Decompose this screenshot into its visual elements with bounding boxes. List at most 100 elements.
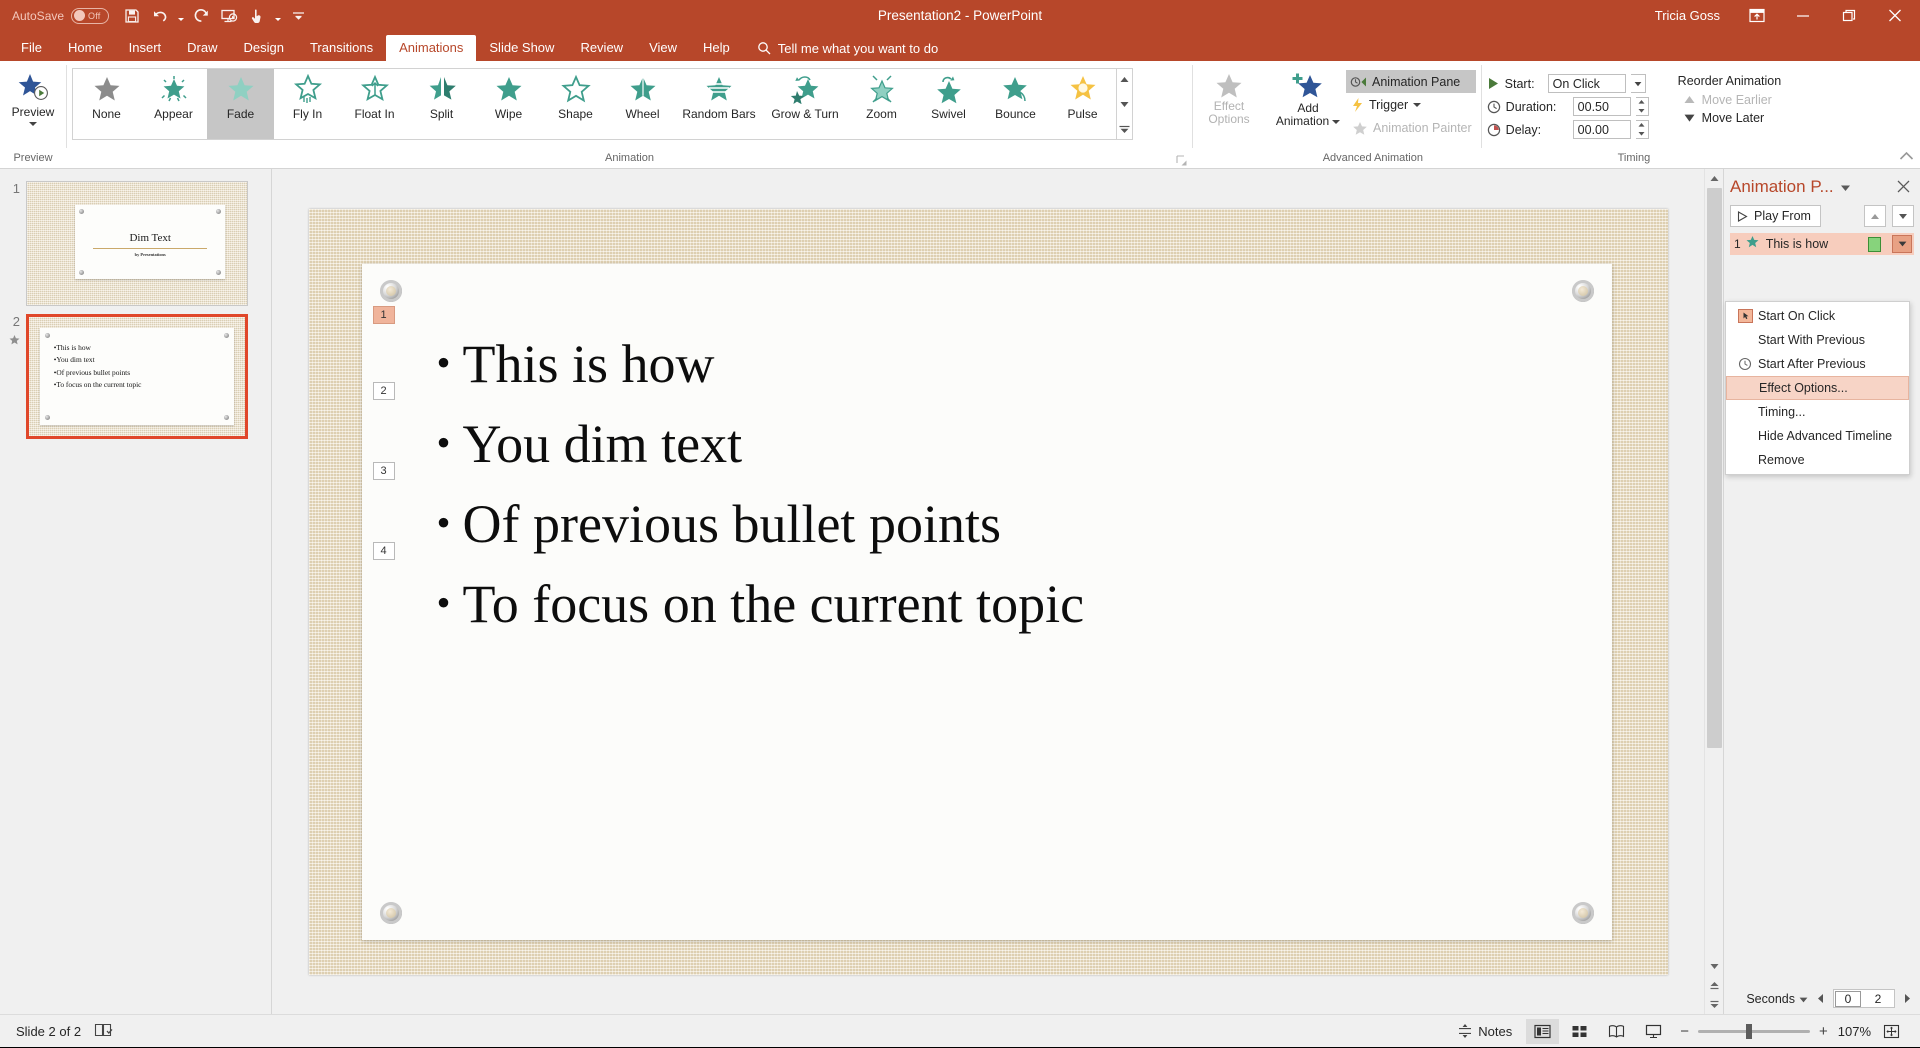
tab-review[interactable]: Review [567, 35, 636, 61]
animation-wheel[interactable]: Wheel [609, 69, 676, 139]
view-normal-button[interactable] [1526, 1018, 1560, 1044]
animation-badge-3[interactable]: 3 [372, 461, 395, 480]
start-value[interactable]: On Click [1547, 74, 1626, 93]
trigger-button[interactable]: Trigger [1346, 93, 1476, 116]
animation-random-bars[interactable]: Random Bars [676, 69, 762, 139]
fit-slide-to-window-button[interactable] [1875, 1019, 1908, 1044]
autosave-switch[interactable]: Off [71, 7, 110, 24]
start-from-beginning-icon[interactable] [216, 4, 242, 28]
scroll-down-icon[interactable] [1705, 957, 1724, 976]
preview-dropdown-icon[interactable] [29, 122, 37, 126]
duration-spinner-down-icon[interactable] [1636, 107, 1648, 116]
slide-bullet-list[interactable]: 1 • This is how 2 • You dim text 3 • Of … [372, 305, 1582, 644]
animation-wipe[interactable]: Wipe [475, 69, 542, 139]
menu-start-with-previous[interactable]: Start With Previous [1726, 328, 1909, 352]
move-up-button[interactable] [1864, 205, 1886, 227]
previous-slide-icon[interactable] [1705, 976, 1724, 995]
animation-split[interactable]: Split [408, 69, 475, 139]
trigger-dropdown-icon[interactable] [1413, 102, 1422, 107]
animation-shape[interactable]: Shape [542, 69, 609, 139]
animation-pane-item[interactable]: 1 This is how [1730, 233, 1914, 255]
gallery-scroll-buttons[interactable] [1116, 69, 1132, 139]
customize-qat-icon[interactable] [285, 4, 311, 28]
autosave-toggle[interactable]: AutoSave Off [8, 7, 117, 24]
zoom-out-icon[interactable]: − [1680, 1023, 1689, 1040]
animation-pane-menu-icon[interactable] [1840, 180, 1851, 195]
tab-design[interactable]: Design [231, 35, 297, 61]
menu-remove[interactable]: Remove [1726, 448, 1909, 472]
touch-mouse-mode-icon[interactable] [244, 4, 270, 28]
user-name[interactable]: Tricia Goss [1641, 8, 1734, 23]
move-down-button[interactable] [1892, 205, 1914, 227]
zoom-slider[interactable]: − + [1674, 1023, 1834, 1040]
undo-dropdown-icon[interactable] [175, 4, 186, 28]
notes-button[interactable]: Notes [1448, 1024, 1522, 1039]
zoom-in-icon[interactable]: + [1819, 1023, 1828, 1040]
animation-pane-close-icon[interactable] [1893, 179, 1914, 196]
slide-vertical-scrollbar[interactable] [1704, 169, 1723, 1014]
tab-transitions[interactable]: Transitions [297, 35, 386, 61]
tab-insert[interactable]: Insert [116, 35, 175, 61]
effect-options-button[interactable]: Effect Options [1198, 66, 1260, 126]
menu-start-after-previous[interactable]: Start After Previous [1726, 352, 1909, 376]
view-reading-button[interactable] [1600, 1019, 1633, 1044]
tab-view[interactable]: View [636, 35, 690, 61]
move-later-button[interactable]: Move Later [1674, 109, 1782, 127]
collapse-ribbon-icon[interactable] [1899, 150, 1914, 165]
thumbnail-row-1[interactable]: 1 Dim Text by Presentations [0, 177, 271, 310]
animation-pane-toggle[interactable]: Animation Pane [1346, 70, 1476, 93]
animation-fade[interactable]: Fade [207, 69, 274, 139]
tab-draw[interactable]: Draw [174, 35, 230, 61]
restore-button[interactable] [1826, 0, 1872, 31]
slide-thumbnail-2[interactable]: •This is how •You dim text •Of previous … [26, 314, 248, 439]
delay-value[interactable]: 00.00 [1572, 120, 1631, 139]
tab-slide-show[interactable]: Slide Show [476, 35, 567, 61]
accessibility-checker-icon[interactable] [94, 1022, 113, 1041]
animation-dialog-launcher-icon[interactable] [1176, 155, 1188, 167]
tab-home[interactable]: Home [55, 35, 116, 61]
scrollbar-thumb[interactable] [1706, 188, 1722, 748]
close-button[interactable] [1872, 0, 1918, 31]
slide-canvas[interactable]: 1 • This is how 2 • You dim text 3 • Of … [308, 208, 1668, 975]
slide-indicator[interactable]: Slide 2 of 2 [16, 1024, 81, 1039]
animation-pulse[interactable]: Pulse [1049, 69, 1116, 139]
next-slide-icon[interactable] [1705, 995, 1724, 1014]
start-dropdown-icon[interactable] [1630, 74, 1646, 93]
gallery-more-icon[interactable] [1118, 121, 1132, 137]
animation-zoom[interactable]: Zoom [848, 69, 915, 139]
duration-spinner[interactable] [1635, 97, 1649, 116]
animation-badge-2[interactable]: 2 [372, 381, 395, 400]
ribbon-display-options-icon[interactable] [1734, 0, 1780, 31]
thumbnail-row-2[interactable]: 2 •This is how •You dim text •Of previou… [0, 310, 271, 443]
redo-icon[interactable] [188, 4, 214, 28]
menu-hide-advanced-timeline[interactable]: Hide Advanced Timeline [1726, 424, 1909, 448]
seconds-dropdown-icon[interactable] [1799, 992, 1808, 1006]
animation-appear[interactable]: Appear [140, 69, 207, 139]
animation-badge-4[interactable]: 4 [372, 541, 395, 560]
zoom-track[interactable] [1697, 1023, 1810, 1039]
animation-timeline-bar[interactable] [1868, 236, 1881, 252]
zoom-level[interactable]: 107% [1838, 1024, 1871, 1039]
animation-none[interactable]: None [73, 69, 140, 139]
menu-timing[interactable]: Timing... [1726, 400, 1909, 424]
animation-grow-and-turn[interactable]: Grow & Turn [762, 69, 848, 139]
scrollbar-track[interactable] [1705, 188, 1724, 957]
menu-effect-options[interactable]: Effect Options... [1726, 376, 1909, 400]
save-icon[interactable] [119, 4, 145, 28]
duration-spinner-up-icon[interactable] [1636, 98, 1648, 107]
timeline-scale[interactable]: 0 2 [1833, 989, 1895, 1008]
zoom-knob[interactable] [1745, 1023, 1752, 1039]
scroll-up-icon[interactable] [1705, 169, 1724, 188]
undo-icon[interactable] [147, 4, 173, 28]
delay-spinner-down-icon[interactable] [1636, 130, 1648, 139]
animation-bounce[interactable]: Bounce [982, 69, 1049, 139]
tab-animations[interactable]: Animations [386, 35, 477, 61]
touch-mode-dropdown-icon[interactable] [272, 4, 283, 28]
seconds-dropdown[interactable]: Seconds [1746, 992, 1808, 1006]
slide-thumbnail-1[interactable]: Dim Text by Presentations [26, 181, 248, 306]
duration-value[interactable]: 00.50 [1572, 97, 1631, 116]
minimize-button[interactable] [1780, 0, 1826, 31]
preview-button[interactable]: Preview [5, 66, 61, 126]
add-animation-dropdown-icon[interactable] [1332, 119, 1341, 124]
timeline-scale-right-icon[interactable] [1901, 992, 1914, 1006]
